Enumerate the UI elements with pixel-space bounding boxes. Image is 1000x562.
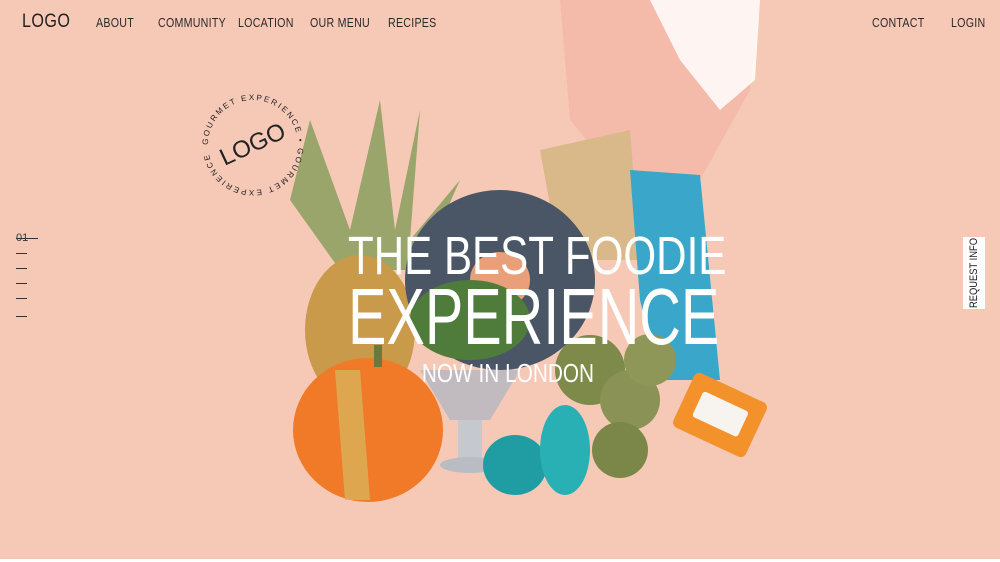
turquoise-bracelets (483, 405, 590, 495)
nav-our-menu[interactable]: OUR MENU (310, 15, 370, 30)
request-info-button[interactable]: REQUEST INFO (963, 237, 985, 309)
nav-about[interactable]: ABOUT (96, 15, 134, 30)
slide-dot-1[interactable] (16, 238, 38, 239)
hero-subtitle: NOW IN LONDON (421, 358, 595, 388)
nav-contact[interactable]: CONTACT (872, 15, 924, 30)
slide-dot-4[interactable] (16, 283, 27, 284)
main-navigation: ABOUT COMMUNITY LOCATION OUR MENU RECIPE… (0, 15, 1000, 35)
nav-community[interactable]: COMMUNITY (158, 15, 226, 30)
request-info-label: REQUEST INFO (968, 238, 980, 308)
gourmet-badge: GOURMET EXPERIENCE • GOURMET EXPERIENCE … (201, 93, 303, 197)
hero-title-line-2: EXPERIENCE (348, 272, 720, 361)
slide-dot-6[interactable] (16, 316, 27, 317)
slide-dot-2[interactable] (16, 253, 27, 254)
slide-dot-3[interactable] (16, 268, 27, 269)
badge-logo-text: LOGO (216, 118, 290, 172)
hero-heading: THE BEST FOODIE EXPERIENCE NOW IN LONDON (348, 229, 726, 388)
nav-login[interactable]: LOGIN (951, 15, 985, 30)
nav-recipes[interactable]: RECIPES (388, 15, 437, 30)
cassette-tape (673, 372, 767, 458)
nav-location[interactable]: LOCATION (238, 15, 294, 30)
slide-dot-5[interactable] (16, 298, 27, 299)
